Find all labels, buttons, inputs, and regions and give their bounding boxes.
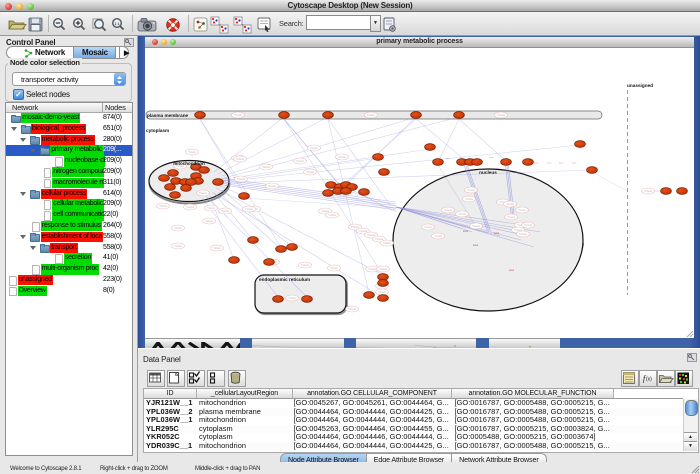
svg-text:xxxx: xxxx [534, 163, 539, 165]
svg-text:Yxxxx: Yxxxx [174, 226, 183, 230]
svg-text:xxxx: xxxx [494, 232, 500, 235]
svg-text:Yxxxx: Yxxxx [296, 159, 305, 163]
svg-text:Yxxxx: Yxxxx [288, 296, 297, 300]
svg-text:Yxxxx: Yxxxx [237, 177, 246, 181]
svg-text:Yxxxx: Yxxxx [524, 223, 533, 227]
svg-text:Yxxxx: Yxxxx [310, 146, 319, 150]
svg-text:Yxxxx: Yxxxx [506, 202, 515, 206]
svg-text:(x): (x) [646, 377, 652, 383]
svg-text:Yxxxx: Yxxxx [379, 267, 388, 271]
svg-text:Yxxxx: Yxxxx [518, 208, 527, 212]
svg-text:Yxxxx: Yxxxx [262, 165, 271, 169]
svg-text:xxxx: xxxx [489, 157, 494, 159]
svg-text:Yxxxx: Yxxxx [186, 205, 195, 209]
svg-text:Yxxxx: Yxxxx [434, 234, 443, 238]
svg-text:Yxxxx: Yxxxx [467, 188, 476, 192]
svg-text:Yxxxx: Yxxxx [213, 246, 222, 250]
svg-text:Yxxxx: Yxxxx [268, 184, 277, 188]
svg-text:Yxxxx: Yxxxx [458, 212, 467, 216]
svg-text:Yxxxx: Yxxxx [245, 207, 254, 211]
svg-text:Yxxxx: Yxxxx [236, 157, 245, 161]
svg-text:plasma membrane: plasma membrane [147, 113, 189, 118]
svg-text:mitochondrion: mitochondrion [173, 161, 205, 166]
svg-text:Yxxxx: Yxxxx [444, 208, 453, 212]
svg-text:Yxxxx: Yxxxx [328, 213, 337, 217]
svg-text:xxxx: xxxx [463, 230, 469, 233]
svg-text:Yxxxx: Yxxxx [519, 232, 528, 236]
svg-text:Yxxxx: Yxxxx [348, 307, 357, 311]
svg-text:Yxxxx: Yxxxx [644, 189, 653, 193]
svg-text:xxxx: xxxx [572, 163, 577, 165]
svg-text:xxxx: xxxx [473, 244, 479, 247]
svg-text:xxxx: xxxx [547, 163, 552, 165]
svg-text:Yxxxx: Yxxxx [199, 191, 208, 195]
svg-text:xxxx: xxxx [559, 163, 564, 165]
svg-text:xxxx: xxxx [509, 269, 515, 272]
svg-text:Yxxxx: Yxxxx [306, 170, 315, 174]
svg-text:cytoplasm: cytoplasm [146, 128, 169, 133]
svg-text:Yxxxx: Yxxxx [205, 219, 214, 223]
svg-text:Yxxxx: Yxxxx [330, 266, 339, 270]
svg-text:Yxxxx: Yxxxx [383, 241, 392, 245]
svg-text:unassigned: unassigned [627, 83, 653, 88]
svg-text:Yxxxx: Yxxxx [207, 206, 216, 210]
svg-text:Yxxxx: Yxxxx [367, 113, 376, 117]
svg-text:Yxxxx: Yxxxx [424, 225, 433, 229]
svg-text:Yxxxx: Yxxxx [465, 197, 474, 201]
svg-text:endoplasmic reticulum: endoplasmic reticulum [259, 277, 310, 282]
svg-text:Yxxxx: Yxxxx [234, 113, 243, 117]
svg-text:Yxxxx: Yxxxx [497, 113, 506, 117]
svg-text:Yxxxx: Yxxxx [301, 263, 310, 267]
svg-text:Yxxxx: Yxxxx [472, 224, 481, 228]
svg-text:Yxxxx: Yxxxx [368, 267, 377, 271]
svg-text:Yxxxx: Yxxxx [221, 209, 230, 213]
svg-text:Yxxxx: Yxxxx [159, 204, 168, 208]
svg-text:1:1: 1:1 [114, 21, 120, 26]
svg-text:Yxxxx: Yxxxx [378, 290, 387, 294]
svg-text:Yxxxx: Yxxxx [174, 244, 183, 248]
svg-text:Yxxxx: Yxxxx [188, 150, 197, 154]
svg-text:Yxxxx: Yxxxx [338, 155, 347, 159]
svg-text:Yxxxx: Yxxxx [507, 215, 516, 219]
svg-text:nucleus: nucleus [479, 170, 497, 175]
